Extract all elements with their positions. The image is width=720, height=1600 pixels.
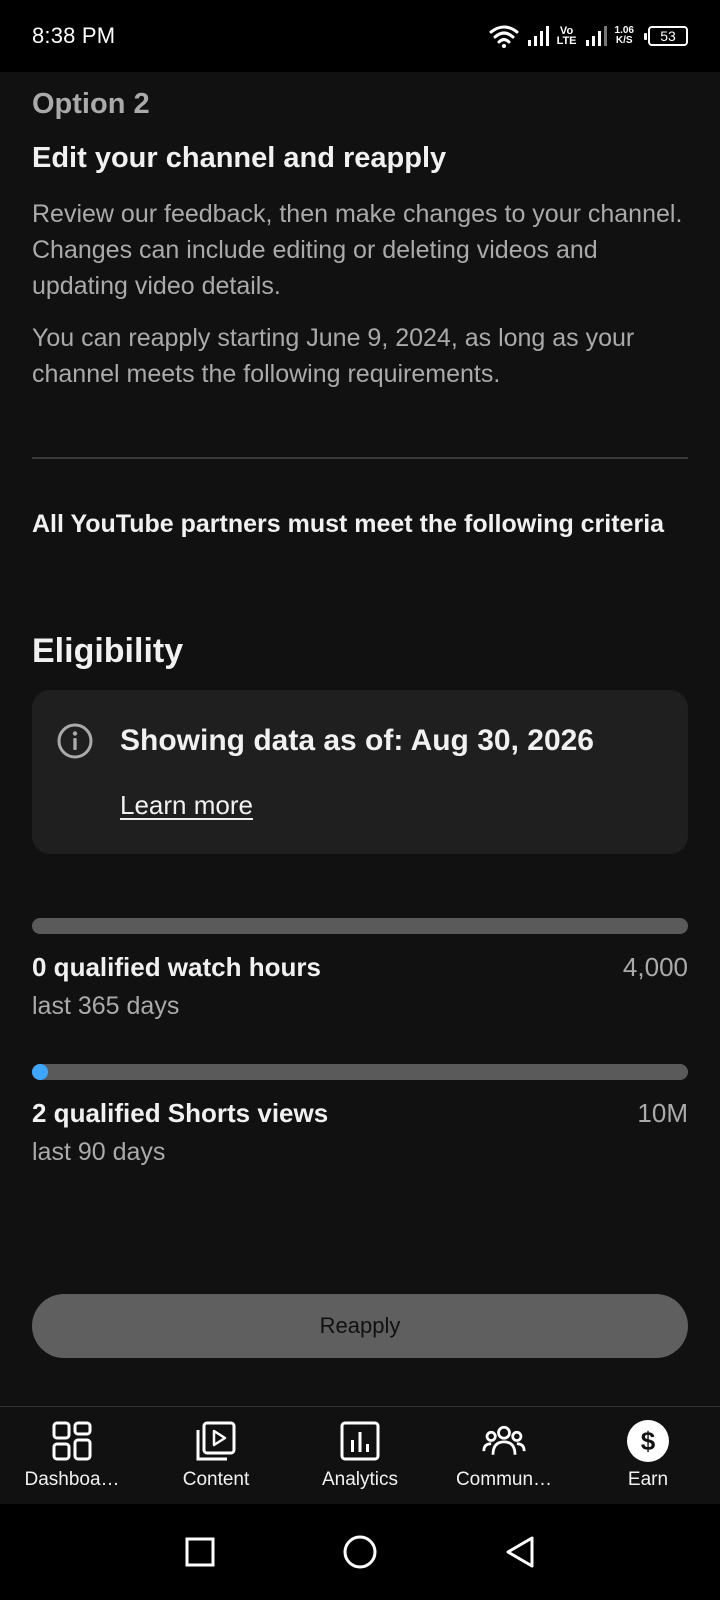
data-as-of-text: Showing data as of: Aug 30, 2026 <box>120 724 594 757</box>
criteria-text: All YouTube partners must meet the follo… <box>32 510 665 538</box>
bottom-nav: Dashboa… Content Analytics Commun… $ Ear… <box>0 1406 720 1504</box>
signal-icon-2 <box>585 25 607 47</box>
nav-label-analytics: Analytics <box>321 1469 399 1490</box>
signal-icon <box>527 25 549 47</box>
requirement-shorts-views: 2 qualified Shorts views 10M last 90 day… <box>32 1064 688 1166</box>
nav-dashboard[interactable]: Dashboa… <box>0 1407 144 1504</box>
shorts-views-progress-bar <box>32 1064 688 1080</box>
watch-hours-progress-bar <box>32 918 688 934</box>
content-icon <box>194 1419 238 1463</box>
volte-indicator: Vo LTE <box>556 25 577 47</box>
divider <box>32 457 688 459</box>
page: 8:38 PM Vo LTE 1.06 K/S 53 Option 2 Edit… <box>0 0 720 1600</box>
home-button[interactable] <box>336 1528 384 1576</box>
network-speed: 1.06 K/S <box>614 25 634 46</box>
requirement-watch-hours: 0 qualified watch hours 4,000 last 365 d… <box>32 918 688 1020</box>
nav-analytics[interactable]: Analytics <box>288 1407 432 1504</box>
nav-label-content: Content <box>182 1469 250 1490</box>
analytics-icon <box>338 1419 382 1463</box>
nav-earn[interactable]: $ Earn <box>576 1407 720 1504</box>
status-bar: 8:38 PM Vo LTE 1.06 K/S 53 <box>0 0 720 72</box>
shorts-views-period: last 90 days <box>32 1138 166 1166</box>
reapply-button[interactable]: Reapply <box>32 1294 688 1358</box>
info-icon <box>56 722 94 765</box>
option-title: Edit your channel and reapply <box>32 142 447 174</box>
watch-hours-period: last 365 days <box>32 992 180 1020</box>
shorts-views-progress-fill <box>32 1064 48 1080</box>
status-time: 8:38 PM <box>32 23 116 48</box>
system-nav-bar <box>0 1504 720 1600</box>
option-description: Review our feedback, then make changes t… <box>32 200 683 300</box>
status-icons: Vo LTE 1.06 K/S 53 <box>489 24 688 48</box>
back-button[interactable] <box>496 1528 544 1576</box>
watch-hours-target: 4,000 <box>622 952 688 982</box>
shorts-views-title: 2 qualified Shorts views <box>32 1098 329 1128</box>
battery-icon: 53 <box>644 26 688 46</box>
earn-icon: $ <box>626 1419 670 1463</box>
recents-button[interactable] <box>176 1528 224 1576</box>
nav-label-community: Commun… <box>455 1469 553 1490</box>
shorts-views-target: 10M <box>637 1098 688 1128</box>
nav-label-earn: Earn <box>627 1469 669 1490</box>
info-card: Showing data as of: Aug 30, 2026 Learn m… <box>32 690 688 854</box>
nav-content[interactable]: Content <box>144 1407 288 1504</box>
svg-text:$: $ <box>641 1426 656 1456</box>
eligibility-heading: Eligibility <box>32 632 184 670</box>
learn-more-link[interactable]: Learn more <box>120 790 253 821</box>
wifi-icon <box>489 24 519 48</box>
nav-community[interactable]: Commun… <box>432 1407 576 1504</box>
nav-label-dashboard: Dashboa… <box>24 1469 120 1490</box>
watch-hours-title: 0 qualified watch hours <box>32 952 321 982</box>
community-icon <box>482 1419 526 1463</box>
option-label: Option 2 <box>32 88 150 120</box>
reapply-note: You can reapply starting June 9, 2024, a… <box>32 324 635 388</box>
dashboard-icon <box>50 1419 94 1463</box>
